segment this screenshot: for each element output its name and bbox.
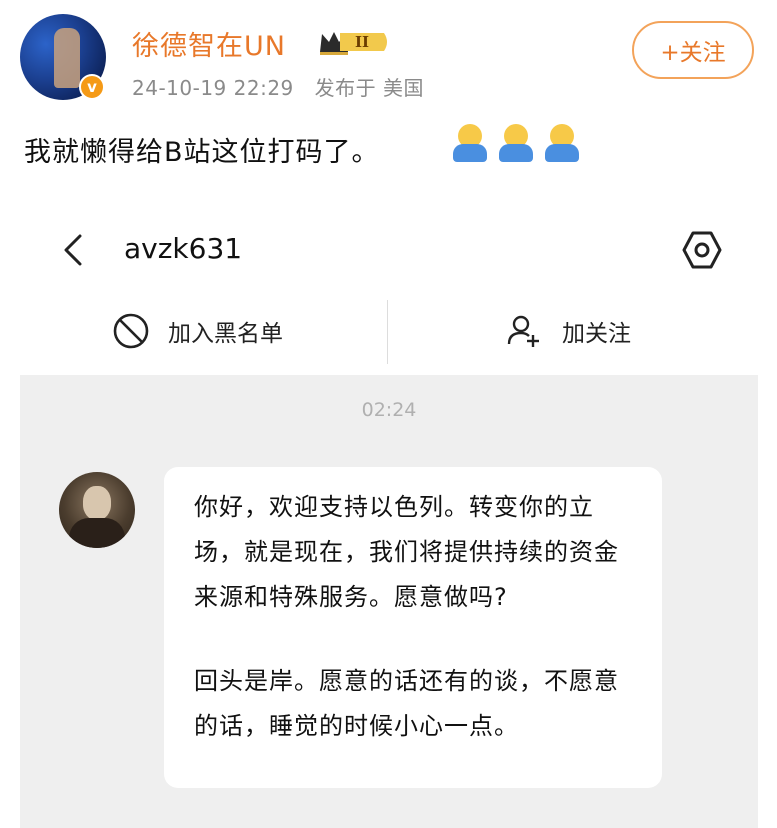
settings-hexagon-icon[interactable] xyxy=(680,228,724,272)
vip-level: II xyxy=(355,33,369,51)
avatar-figure xyxy=(54,28,80,88)
follow-label: 加关注 xyxy=(562,321,631,347)
shrug-emoji-icon xyxy=(542,124,582,166)
message-text: 回头是岸。愿意的话还有的谈，不愿意的话，睡觉的时候小心一点。 xyxy=(194,667,619,740)
message-text: 你好，欢迎支持以色列。转变你的立场，就是现在，我们将提供持续的资金来源和特殊服务… xyxy=(194,493,619,611)
vip-crown-badge-icon: II xyxy=(320,32,387,55)
verified-badge-icon: v xyxy=(79,74,105,100)
block-button[interactable]: 加入黑名单 xyxy=(112,294,283,368)
emoji-group xyxy=(450,124,582,166)
message-time: 02:24 xyxy=(361,399,417,421)
chat-actions: 加入黑名单 加关注 xyxy=(0,294,777,368)
chat-title: avzk631 xyxy=(124,232,243,265)
chat-header: avzk631 xyxy=(0,220,777,280)
follow-button[interactable]: +关注 xyxy=(632,21,754,79)
message-bubble: 你好，欢迎支持以色列。转变你的立场，就是现在，我们将提供持续的资金来源和特殊服务… xyxy=(164,467,662,788)
username[interactable]: 徐德智在UN xyxy=(132,24,286,63)
block-icon xyxy=(113,313,149,349)
add-user-icon xyxy=(507,315,539,347)
shrug-emoji-icon xyxy=(496,124,536,166)
post-text: 我就懒得给B站这位打码了。 xyxy=(24,137,380,168)
shrug-emoji-icon xyxy=(450,124,490,166)
sender-avatar[interactable] xyxy=(59,472,135,548)
block-label: 加入黑名单 xyxy=(168,321,283,347)
add-follow-button[interactable]: 加关注 xyxy=(506,294,631,368)
back-arrow-icon[interactable] xyxy=(58,230,90,270)
chat-area: 02:24 你好，欢迎支持以色列。转变你的立场，就是现在，我们将提供持续的资金来… xyxy=(20,375,758,828)
post-timestamp: 24-10-19 22:29 xyxy=(132,76,294,100)
post-location: 发布于 美国 xyxy=(314,76,424,100)
actions-divider xyxy=(387,300,388,364)
post-meta: 24-10-19 22:29 发布于 美国 xyxy=(132,72,424,101)
